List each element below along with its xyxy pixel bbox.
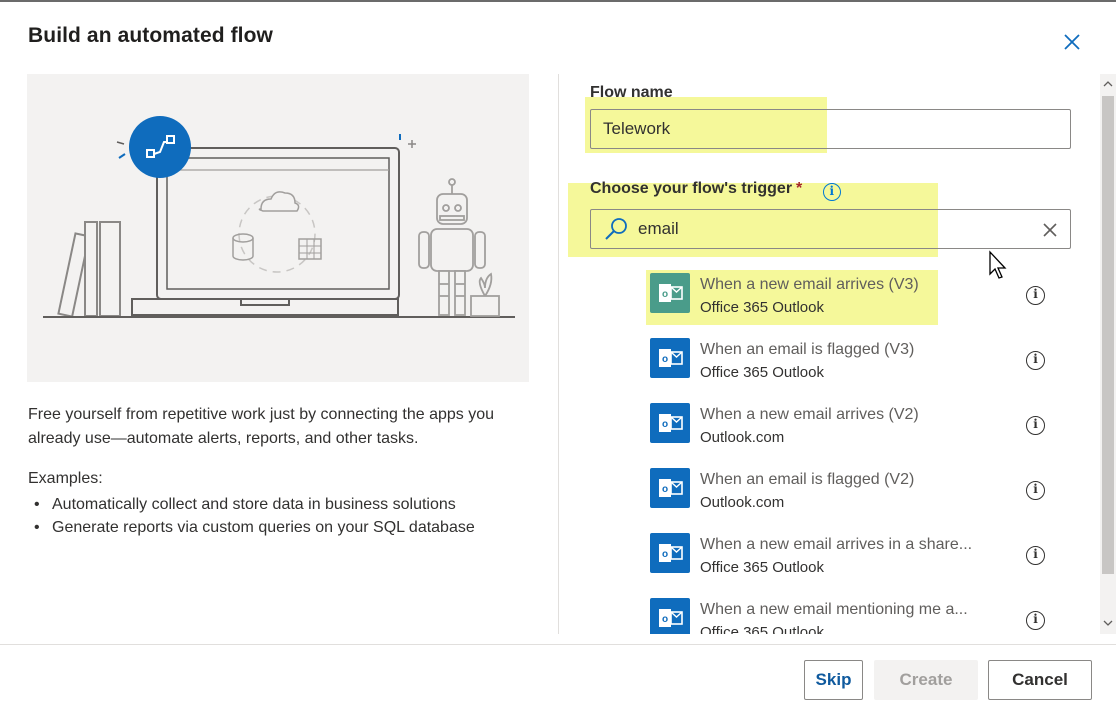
- trigger-option[interactable]: o When an email is flagged (V2) Outlook.…: [590, 459, 1070, 524]
- mouse-cursor-icon: [989, 250, 1007, 279]
- flow-name-value: Telework: [603, 119, 671, 138]
- trigger-connector: Office 365 Outlook: [700, 299, 824, 316]
- svg-text:o: o: [662, 354, 668, 365]
- flow-name-input[interactable]: Telework: [590, 109, 1071, 149]
- trigger-connector: Office 365 Outlook: [700, 364, 824, 381]
- example-item: Generate reports via custom queries on y…: [34, 516, 475, 539]
- trigger-list-scrollbar[interactable]: [1100, 74, 1116, 634]
- trigger-info-icon[interactable]: i: [1026, 611, 1045, 630]
- required-asterisk: *: [796, 180, 803, 197]
- close-button[interactable]: [1058, 28, 1086, 56]
- trigger-label: Choose your flow's trigger: [590, 180, 793, 197]
- trigger-info-icon[interactable]: i: [1026, 416, 1045, 435]
- trigger-option[interactable]: o When a new email arrives in a share...…: [590, 524, 1070, 589]
- close-icon: [1064, 34, 1080, 50]
- outlook-icon: o: [650, 338, 690, 378]
- trigger-connector: Office 365 Outlook: [700, 559, 824, 576]
- window-top-border: [0, 0, 1116, 2]
- trigger-connector: Outlook.com: [700, 429, 785, 446]
- info-icon[interactable]: i: [822, 183, 841, 201]
- examples-heading: Examples:: [28, 470, 103, 487]
- outlook-icon: o: [650, 598, 690, 634]
- trigger-search-value: email: [638, 219, 679, 238]
- trigger-title: When a new email arrives in a share...: [700, 536, 973, 553]
- outlook-icon: o: [650, 273, 690, 313]
- trigger-option[interactable]: o When a new email mentioning me a... Of…: [590, 589, 1070, 634]
- intro-description: Free yourself from repetitive work just …: [28, 406, 494, 447]
- svg-text:o: o: [662, 614, 668, 625]
- flow-name-label: Flow name: [590, 84, 673, 101]
- trigger-title: When a new email mentioning me a...: [700, 601, 968, 618]
- examples-list: Automatically collect and store data in …: [34, 493, 475, 539]
- clear-search-icon[interactable]: [1040, 220, 1060, 240]
- outlook-icon: o: [650, 468, 690, 508]
- svg-text:o: o: [662, 549, 668, 560]
- panel-divider: [558, 74, 559, 634]
- trigger-connector: Outlook.com: [700, 494, 785, 511]
- trigger-title: When a new email arrives (V2): [700, 406, 919, 423]
- outlook-icon: o: [650, 403, 690, 443]
- svg-text:o: o: [662, 484, 668, 495]
- flow-illustration: [27, 74, 529, 382]
- trigger-connector: Office 365 Outlook: [700, 624, 824, 634]
- trigger-title: When an email is flagged (V2): [700, 471, 915, 488]
- cancel-button[interactable]: Cancel: [988, 660, 1092, 700]
- scroll-thumb[interactable]: [1102, 96, 1114, 574]
- trigger-option[interactable]: o When an email is flagged (V3) Office 3…: [590, 329, 1070, 394]
- outlook-icon: o: [650, 533, 690, 573]
- footer-divider: [0, 644, 1116, 645]
- svg-text:o: o: [662, 419, 668, 430]
- trigger-search-input[interactable]: email: [590, 209, 1071, 249]
- trigger-title: When a new email arrives (V3): [700, 276, 919, 293]
- example-item: Automatically collect and store data in …: [34, 493, 475, 516]
- create-button[interactable]: Create: [874, 660, 978, 700]
- scroll-up-icon[interactable]: [1100, 76, 1116, 92]
- trigger-label-row: Choose your flow's trigger * i: [590, 180, 841, 201]
- trigger-info-icon[interactable]: i: [1026, 286, 1045, 305]
- trigger-title: When an email is flagged (V3): [700, 341, 915, 358]
- svg-text:o: o: [662, 289, 668, 300]
- trigger-info-icon[interactable]: i: [1026, 546, 1045, 565]
- trigger-list: o When a new email arrives (V3) Office 3…: [590, 264, 1090, 634]
- trigger-info-icon[interactable]: i: [1026, 351, 1045, 370]
- trigger-info-icon[interactable]: i: [1026, 481, 1045, 500]
- skip-button[interactable]: Skip: [804, 660, 863, 700]
- trigger-option[interactable]: o When a new email arrives (V2) Outlook.…: [590, 394, 1070, 459]
- search-icon: [605, 218, 627, 240]
- scroll-down-icon[interactable]: [1100, 615, 1116, 631]
- dialog-title: Build an automated flow: [28, 24, 273, 47]
